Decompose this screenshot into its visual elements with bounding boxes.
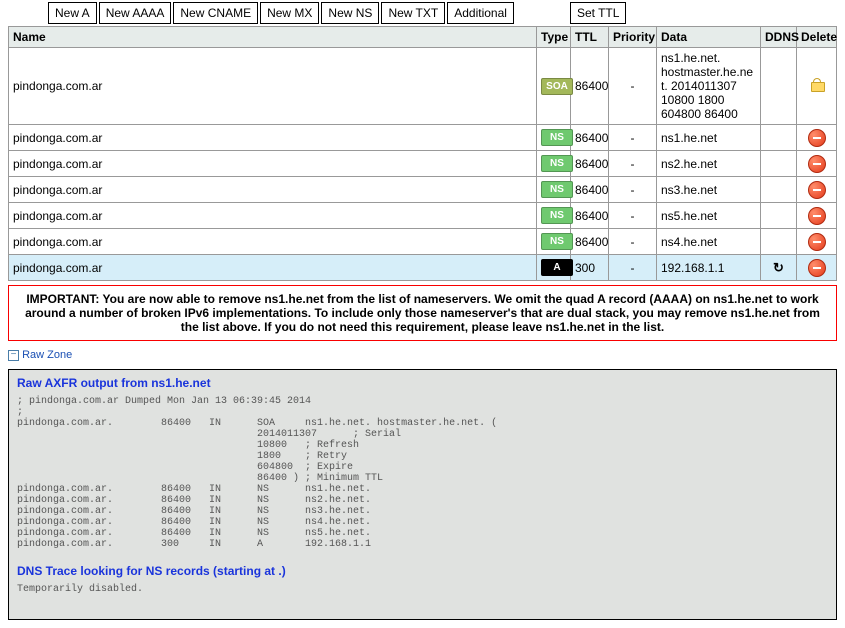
- cell-ddns: [761, 177, 797, 203]
- ns-badge-icon: NS: [541, 129, 573, 146]
- delete-icon[interactable]: [808, 233, 826, 251]
- table-row[interactable]: pindonga.com.arA300-192.168.1.1 ↻: [9, 255, 837, 281]
- new-txt-button[interactable]: New TXT: [381, 2, 445, 24]
- cell-priority: -: [609, 48, 657, 125]
- new-cname-button[interactable]: New CNAME: [173, 2, 258, 24]
- cell-data: ns5.he.net: [657, 203, 761, 229]
- delete-icon[interactable]: [808, 207, 826, 225]
- cell-type: A: [537, 255, 571, 281]
- cell-type: NS: [537, 151, 571, 177]
- raw-output-panel: Raw AXFR output from ns1.he.net ; pindon…: [8, 369, 837, 620]
- table-row[interactable]: pindonga.com.arNS86400-ns5.he.net: [9, 203, 837, 229]
- refresh-icon[interactable]: ↻: [772, 261, 786, 275]
- ns-badge-icon: NS: [541, 207, 573, 224]
- new-a-button[interactable]: New A: [48, 2, 97, 24]
- delete-icon[interactable]: [808, 259, 826, 277]
- cell-ttl: 86400: [571, 203, 609, 229]
- table-row[interactable]: pindonga.com.arNS86400-ns1.he.net: [9, 125, 837, 151]
- column-ddns: DDNS: [761, 27, 797, 48]
- cell-ttl: 86400: [571, 125, 609, 151]
- column-type: Type: [537, 27, 571, 48]
- rawzone-toggle-line: − Raw Zone: [8, 349, 837, 361]
- cell-type: NS: [537, 203, 571, 229]
- cell-delete: [797, 48, 837, 125]
- collapse-icon[interactable]: −: [8, 350, 19, 361]
- cell-type: NS: [537, 229, 571, 255]
- cell-data: ns3.he.net: [657, 177, 761, 203]
- cell-name: pindonga.com.ar: [9, 229, 537, 255]
- cell-ttl: 86400: [571, 151, 609, 177]
- new-ns-button[interactable]: New NS: [321, 2, 379, 24]
- table-row[interactable]: pindonga.com.arNS86400-ns3.he.net: [9, 177, 837, 203]
- cell-ddns: [761, 125, 797, 151]
- raw-axfr-title: Raw AXFR output from ns1.he.net: [17, 376, 828, 390]
- ns-badge-icon: NS: [541, 155, 573, 172]
- cell-priority: -: [609, 125, 657, 151]
- column-data: Data: [657, 27, 761, 48]
- table-row[interactable]: pindonga.com.arSOA86400-ns1.he.net. host…: [9, 48, 837, 125]
- cell-data: ns2.he.net: [657, 151, 761, 177]
- rawzone-link[interactable]: Raw Zone: [22, 349, 72, 361]
- cell-data: 192.168.1.1: [657, 255, 761, 281]
- cell-data: ns1.he.net: [657, 125, 761, 151]
- cell-data: ns1.he.net. hostmaster.he.net. 201401130…: [657, 48, 761, 125]
- delete-icon[interactable]: [808, 129, 826, 147]
- ns-badge-icon: NS: [541, 233, 573, 250]
- cell-priority: -: [609, 229, 657, 255]
- dns-records-table: Name Type TTL Priority Data DDNS Delete …: [8, 26, 837, 281]
- cell-ttl: 86400: [571, 229, 609, 255]
- cell-name: pindonga.com.ar: [9, 48, 537, 125]
- delete-icon[interactable]: [808, 155, 826, 173]
- dns-trace-text: Temporarily disabled.: [17, 584, 828, 595]
- cell-name: pindonga.com.ar: [9, 203, 537, 229]
- new-aaaa-button[interactable]: New AAAA: [99, 2, 172, 24]
- raw-axfr-text: ; pindonga.com.ar Dumped Mon Jan 13 06:3…: [17, 396, 828, 550]
- cell-name: pindonga.com.ar: [9, 177, 537, 203]
- cell-name: pindonga.com.ar: [9, 125, 537, 151]
- additional-button[interactable]: Additional: [447, 2, 514, 24]
- cell-delete: [797, 177, 837, 203]
- cell-ddns: ↻: [761, 255, 797, 281]
- cell-ttl: 86400: [571, 177, 609, 203]
- cell-delete: [797, 125, 837, 151]
- soa-badge-icon: SOA: [541, 78, 573, 95]
- new-mx-button[interactable]: New MX: [260, 2, 319, 24]
- cell-ttl: 86400: [571, 48, 609, 125]
- cell-ddns: [761, 203, 797, 229]
- table-row[interactable]: pindonga.com.arNS86400-ns4.he.net: [9, 229, 837, 255]
- cell-ttl: 300: [571, 255, 609, 281]
- cell-data: ns4.he.net: [657, 229, 761, 255]
- lock-icon: [810, 78, 824, 92]
- ns-badge-icon: NS: [541, 181, 573, 198]
- cell-ddns: [761, 48, 797, 125]
- cell-type: SOA: [537, 48, 571, 125]
- cell-ddns: [761, 151, 797, 177]
- important-notice: IMPORTANT: You are now able to remove ns…: [8, 285, 837, 341]
- cell-type: NS: [537, 177, 571, 203]
- cell-priority: -: [609, 151, 657, 177]
- cell-priority: -: [609, 177, 657, 203]
- cell-name: pindonga.com.ar: [9, 255, 537, 281]
- cell-delete: [797, 255, 837, 281]
- cell-delete: [797, 203, 837, 229]
- cell-priority: -: [609, 203, 657, 229]
- cell-delete: [797, 229, 837, 255]
- cell-name: pindonga.com.ar: [9, 151, 537, 177]
- cell-priority: -: [609, 255, 657, 281]
- set-ttl-button[interactable]: Set TTL: [570, 2, 626, 24]
- a-badge-icon: A: [541, 259, 573, 276]
- table-row[interactable]: pindonga.com.arNS86400-ns2.he.net: [9, 151, 837, 177]
- cell-delete: [797, 151, 837, 177]
- cell-type: NS: [537, 125, 571, 151]
- column-delete: Delete: [797, 27, 837, 48]
- column-priority: Priority: [609, 27, 657, 48]
- cell-ddns: [761, 229, 797, 255]
- dns-trace-title: DNS Trace looking for NS records (starti…: [17, 564, 828, 578]
- column-name: Name: [9, 27, 537, 48]
- toolbar: New A New AAAA New CNAME New MX New NS N…: [0, 0, 845, 26]
- column-ttl: TTL: [571, 27, 609, 48]
- delete-icon[interactable]: [808, 181, 826, 199]
